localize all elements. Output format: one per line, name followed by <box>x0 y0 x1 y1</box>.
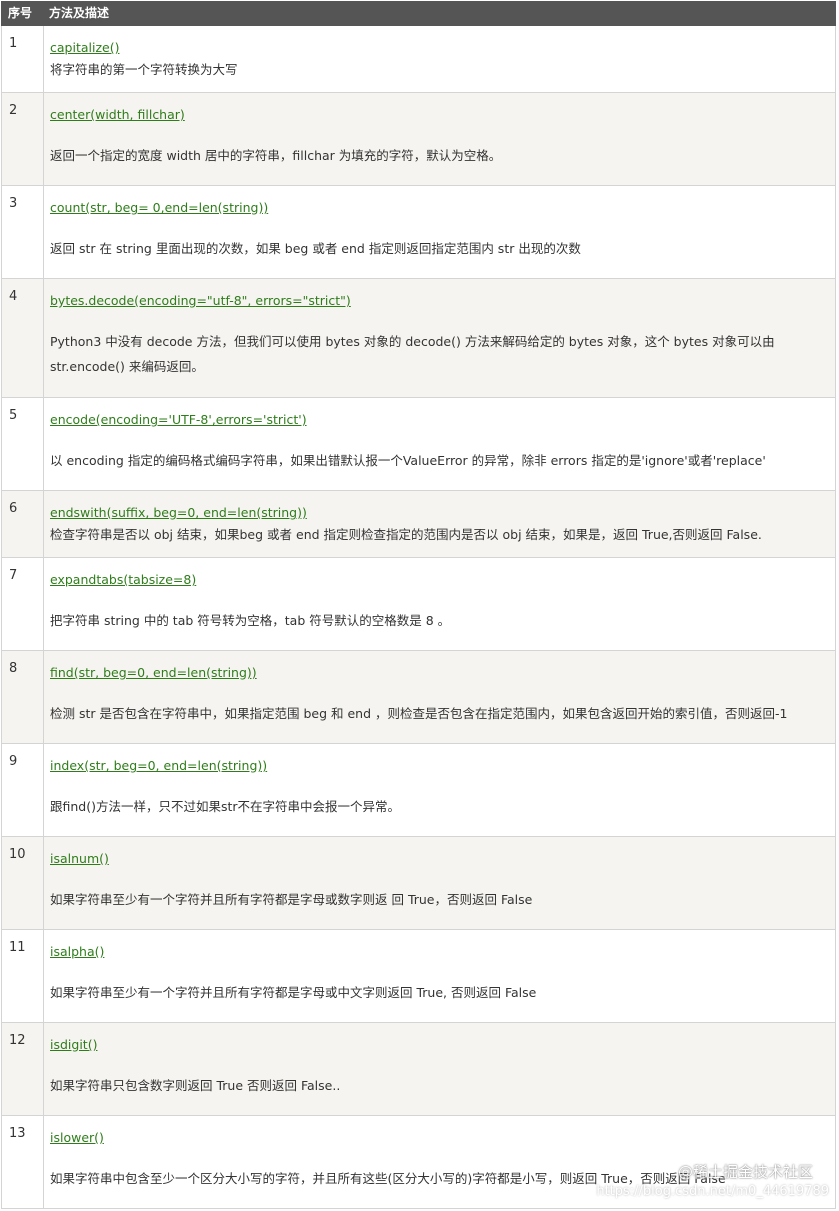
table-row: 2 center(width, fillchar) 返回一个指定的宽度 widt… <box>1 92 836 186</box>
method-description: 检测 str 是否包含在字符串中，如果指定范围 beg 和 end ，则检查是否… <box>50 706 788 721</box>
row-index: 12 <box>1 1022 44 1116</box>
method-description: 以 encoding 指定的编码格式编码字符串，如果出错默认报一个ValueEr… <box>50 453 766 468</box>
method-description: 把字符串 string 中的 tab 符号转为空格，tab 符号默认的空格数是 … <box>50 613 451 628</box>
row-content: capitalize() 将字符串的第一个字符转换为大写 <box>43 25 836 93</box>
method-link[interactable]: endswith(suffix, beg=0, end=len(string)) <box>50 504 307 522</box>
table-row: 10 isalnum() 如果字符串至少有一个字符并且所有字符都是字母或数字则返… <box>1 836 836 930</box>
row-content: endswith(suffix, beg=0, end=len(string))… <box>43 490 836 558</box>
method-description-line-1: Python3 中没有 decode 方法，但我们可以使用 bytes 对象的 … <box>50 334 775 349</box>
method-link[interactable]: center(width, fillchar) <box>50 106 185 124</box>
method-description: 跟find()方法一样，只不过如果str不在字符串中会报一个异常。 <box>50 799 401 814</box>
row-index: 1 <box>1 25 44 93</box>
table-row: 11 isalpha() 如果字符串至少有一个字符并且所有字符都是字母或中文字则… <box>1 929 836 1023</box>
row-index: 9 <box>1 743 44 837</box>
method-link[interactable]: capitalize() <box>50 39 119 57</box>
row-index: 7 <box>1 557 44 651</box>
row-index: 10 <box>1 836 44 930</box>
table-row: 3 count(str, beg= 0,end=len(string)) 返回 … <box>1 185 836 279</box>
method-link[interactable]: find(str, beg=0, end=len(string)) <box>50 664 257 682</box>
row-content: bytes.decode(encoding="utf-8", errors="s… <box>43 278 836 398</box>
method-description: 返回 str 在 string 里面出现的次数，如果 beg 或者 end 指定… <box>50 241 581 256</box>
row-content: encode(encoding='UTF-8',errors='strict')… <box>43 397 836 491</box>
row-index: 2 <box>1 92 44 186</box>
method-link[interactable]: index(str, beg=0, end=len(string)) <box>50 757 267 775</box>
table-row: 5 encode(encoding='UTF-8',errors='strict… <box>1 397 836 491</box>
header-index: 序号 <box>1 1 44 26</box>
watermark-site: @稀土掘金技术社区 <box>677 1163 813 1181</box>
method-link[interactable]: isalnum() <box>50 850 109 868</box>
row-content: isalnum() 如果字符串至少有一个字符并且所有字符都是字母或数字则返 回 … <box>43 836 836 930</box>
method-description: 将字符串的第一个字符转换为大写 <box>50 62 238 77</box>
row-content: count(str, beg= 0,end=len(string)) 返回 st… <box>43 185 836 279</box>
method-link[interactable]: isalpha() <box>50 943 104 961</box>
row-index: 4 <box>1 278 44 398</box>
methods-table: 序号 方法及描述 1 capitalize() 将字符串的第一个字符转换为大写 … <box>1 1 836 1209</box>
table-row: 1 capitalize() 将字符串的第一个字符转换为大写 <box>1 25 836 93</box>
row-content: isdigit() 如果字符串只包含数字则返回 True 否则返回 False.… <box>43 1022 836 1116</box>
method-description: 如果字符串只包含数字则返回 True 否则返回 False.. <box>50 1078 341 1093</box>
watermark-url: https://blog.csdn.net/m0_44619789 <box>596 1184 829 1199</box>
table-row: 8 find(str, beg=0, end=len(string)) 检测 s… <box>1 650 836 744</box>
table-row: 12 isdigit() 如果字符串只包含数字则返回 True 否则返回 Fal… <box>1 1022 836 1116</box>
method-link[interactable]: expandtabs(tabsize=8) <box>50 571 196 589</box>
table-row: 4 bytes.decode(encoding="utf-8", errors=… <box>1 278 836 398</box>
method-link[interactable]: islower() <box>50 1129 104 1147</box>
table-header-row: 序号 方法及描述 <box>1 1 836 26</box>
row-content: index(str, beg=0, end=len(string)) 跟find… <box>43 743 836 837</box>
table-row: 6 endswith(suffix, beg=0, end=len(string… <box>1 490 836 558</box>
method-link[interactable]: encode(encoding='UTF-8',errors='strict') <box>50 411 307 429</box>
row-index: 5 <box>1 397 44 491</box>
method-description-line-2: str.encode() 来编码返回。 <box>50 359 204 374</box>
row-index: 3 <box>1 185 44 279</box>
method-description: 如果字符串至少有一个字符并且所有字符都是字母或数字则返 回 True，否则返回 … <box>50 892 533 907</box>
method-link[interactable]: isdigit() <box>50 1036 97 1054</box>
method-description: 如果字符串至少有一个字符并且所有字符都是字母或中文字则返回 True, 否则返回… <box>50 985 537 1000</box>
row-content: center(width, fillchar) 返回一个指定的宽度 width … <box>43 92 836 186</box>
row-content: find(str, beg=0, end=len(string)) 检测 str… <box>43 650 836 744</box>
row-content: expandtabs(tabsize=8) 把字符串 string 中的 tab… <box>43 557 836 651</box>
method-link[interactable]: bytes.decode(encoding="utf-8", errors="s… <box>50 292 351 310</box>
table-row: 7 expandtabs(tabsize=8) 把字符串 string 中的 t… <box>1 557 836 651</box>
row-index: 11 <box>1 929 44 1023</box>
row-index: 8 <box>1 650 44 744</box>
method-description: 返回一个指定的宽度 width 居中的字符串，fillchar 为填充的字符，默… <box>50 148 502 163</box>
method-link[interactable]: count(str, beg= 0,end=len(string)) <box>50 199 268 217</box>
row-index: 13 <box>1 1115 44 1209</box>
row-content: isalpha() 如果字符串至少有一个字符并且所有字符都是字母或中文字则返回 … <box>43 929 836 1023</box>
method-description: 检查字符串是否以 obj 结束，如果beg 或者 end 指定则检查指定的范围内… <box>50 527 762 542</box>
header-method-description: 方法及描述 <box>43 1 836 26</box>
row-index: 6 <box>1 490 44 558</box>
table-row: 9 index(str, beg=0, end=len(string)) 跟fi… <box>1 743 836 837</box>
